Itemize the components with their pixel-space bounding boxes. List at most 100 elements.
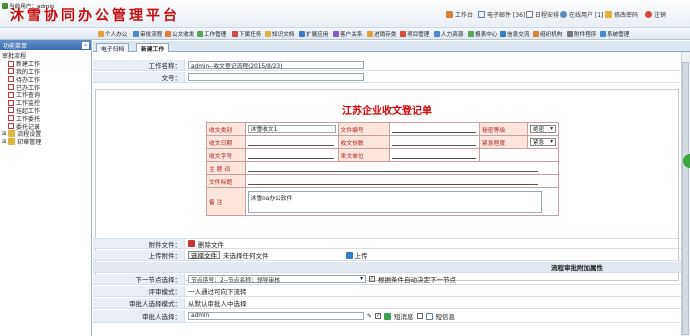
side-panel-handle[interactable] <box>683 154 690 168</box>
folder-icon <box>8 138 16 146</box>
toolbar-item-icon <box>367 31 373 37</box>
approver-mode-value: 从默认审批人中选择 <box>188 300 247 308</box>
tab-new-work[interactable]: 新建工作 <box>136 43 170 53</box>
logout-link[interactable]: 注销 <box>645 10 666 19</box>
upload-label: 上传附件： <box>93 250 185 260</box>
approver-row: 审批人选择： admin ✎ ✓ 短消息 短信息 <box>93 310 681 323</box>
toolbar-item[interactable]: 报表中心 <box>468 29 497 39</box>
file-no-input[interactable] <box>392 126 477 133</box>
review-mode-value: 一人通过可向下流转 <box>188 288 247 296</box>
next-step-select[interactable]: 节点序号：2--节点名称：领导审核 ▾ <box>188 275 366 284</box>
user-icon <box>2 3 8 9</box>
sidebar-item[interactable]: 工作监控 <box>0 99 91 107</box>
schedule-link[interactable]: 日程安排 <box>526 10 559 19</box>
change-password-link[interactable]: 修改密码 <box>605 10 638 19</box>
sidebar-item[interactable]: 工作委托 <box>0 114 91 123</box>
toolbar-item[interactable]: 信息交流 <box>500 29 529 39</box>
form-title: 江苏企业收文登记单 <box>342 106 432 117</box>
mail-checkbox[interactable] <box>416 313 423 319</box>
remark-textarea[interactable]: 沐雪oa办公软件 <box>247 191 542 213</box>
sidebar-header: 功能菜单 « <box>0 40 91 50</box>
review-mode-row: 评审模式： 一人通过可向下流转 <box>93 286 681 297</box>
select-user-icon[interactable]: ✎ <box>367 313 372 320</box>
toolbar-item[interactable]: 附件程序 <box>567 29 596 39</box>
toolbar-item[interactable]: 下属任务 <box>232 29 261 39</box>
sidebar-group-seal[interactable]: ⊞ 印章管理 <box>0 138 91 146</box>
sidebar-section[interactable]: 审批流程 <box>0 52 91 60</box>
toolbar-item[interactable]: 工作管理 <box>197 29 226 39</box>
toolbar-item-icon <box>197 31 203 37</box>
work-name-input[interactable]: admin--收文登记流程(2015/8/23) <box>188 61 364 70</box>
delete-attachment-link[interactable]: 删除文件 <box>198 239 224 249</box>
toolbar-item[interactable]: 组织机构 <box>533 29 562 39</box>
online-users-link[interactable]: 在线用户 [1] <box>560 10 603 19</box>
toolbar-item[interactable]: 审批流程 <box>133 29 162 39</box>
dropdown-icon: ▾ <box>550 139 553 145</box>
workbench-link[interactable]: 工作台 <box>446 10 473 19</box>
remark-label: 备 注 <box>206 187 246 216</box>
toolbar-item-icon <box>400 31 406 37</box>
document-icon <box>8 60 14 67</box>
source-unit-input[interactable] <box>392 152 477 159</box>
toolbar-item[interactable]: 扩展应用 <box>299 29 328 39</box>
mail-icon <box>425 312 433 320</box>
approver-label: 审批人选择： <box>93 310 185 322</box>
toolbar-item-icon <box>133 31 139 37</box>
sidebar-item[interactable]: 新建工作 <box>0 60 91 68</box>
sidebar-item[interactable]: 我的工作 <box>0 68 91 76</box>
receive-date-label: 收文日期 <box>206 135 246 149</box>
work-name-row: 工作名称： admin--收文登记流程(2015/8/23) <box>93 60 681 71</box>
workbench-icon <box>446 11 453 18</box>
file-title-input[interactable] <box>247 178 538 185</box>
approver-mode-label: 审批人选择模式： <box>93 298 185 308</box>
urgency-select[interactable]: 紧急 ▾ <box>530 138 556 146</box>
receive-date-input[interactable] <box>247 139 334 146</box>
sidebar-item[interactable]: 已办工作 <box>0 83 91 92</box>
toolbar-item[interactable]: 知识文档 <box>265 29 294 39</box>
form-grid: 收文类别 沐雪收文1 文件编号 秘密等级 绝密 ▾ 收文日期 收文份数 紧急程度 … <box>206 122 560 216</box>
doc-no-row: 文号： <box>93 72 681 83</box>
toolbar-item[interactable]: 系统管理 <box>600 29 629 39</box>
scrollbar-thumb[interactable] <box>682 62 689 335</box>
email-link[interactable]: 电子邮件 [36] <box>478 10 525 19</box>
dropdown-icon: ▾ <box>550 126 553 132</box>
expand-icon: ⊞ <box>2 138 7 145</box>
subject-input[interactable] <box>247 165 538 172</box>
collapse-icon[interactable]: « <box>82 41 89 49</box>
sms-icon <box>384 312 392 320</box>
auto-decide-checkbox[interactable]: ✓ <box>369 276 375 282</box>
sms-checkbox[interactable]: ✓ <box>375 313 382 319</box>
sidebar-item[interactable]: 挂起工作 <box>0 107 91 115</box>
sidebar-group-flow-settings[interactable]: ⊞ 流程设置 <box>0 130 91 138</box>
copies-input[interactable] <box>392 139 477 146</box>
sidebar-item[interactable]: 工作查询 <box>0 91 91 99</box>
attachment-label: 附件文件： <box>93 239 185 249</box>
secret-level-select[interactable]: 绝密 ▾ <box>530 125 556 133</box>
toolbar-item[interactable]: 项目管理 <box>400 29 429 39</box>
toolbar-item[interactable]: 人力资源 <box>434 29 463 39</box>
doc-no-label: 文号： <box>93 72 185 82</box>
expand-icon: ⊞ <box>2 130 7 137</box>
category-label: 收文类别 <box>206 122 246 136</box>
approver-input[interactable]: admin <box>188 312 364 320</box>
upload-button[interactable]: 上传 <box>345 250 368 260</box>
choose-file-button[interactable]: 选择文件 <box>188 251 220 260</box>
document-icon <box>8 107 14 114</box>
document-icon <box>8 123 14 130</box>
toolbar-item[interactable]: 进销存类 <box>367 29 396 39</box>
toolbar-item[interactable]: 客户关系 <box>333 29 362 39</box>
auto-decide-label: 根据条件自动决定下一节点 <box>378 276 456 284</box>
toolbar-item[interactable]: 个人办公 <box>98 29 127 39</box>
doc-number-input[interactable] <box>247 152 334 159</box>
toolbar-item-icon <box>434 31 440 37</box>
section-title: 流程审批附加属性 <box>551 264 603 272</box>
sidebar-item[interactable]: 待办工作 <box>0 75 91 84</box>
tab-archive[interactable]: 电子归档 <box>96 43 130 53</box>
toolbar-item[interactable]: 公文收发 <box>165 29 194 39</box>
file-title-label: 文件标题 <box>206 174 246 188</box>
sidebar-item[interactable]: 委托记录 <box>0 122 91 131</box>
attachment-row: 附件文件： 删除文件 <box>93 238 681 249</box>
category-input[interactable]: 沐雪收文1 <box>247 124 336 133</box>
no-file-text: 未选择任何文件 <box>223 252 269 260</box>
doc-no-input[interactable] <box>188 73 364 81</box>
